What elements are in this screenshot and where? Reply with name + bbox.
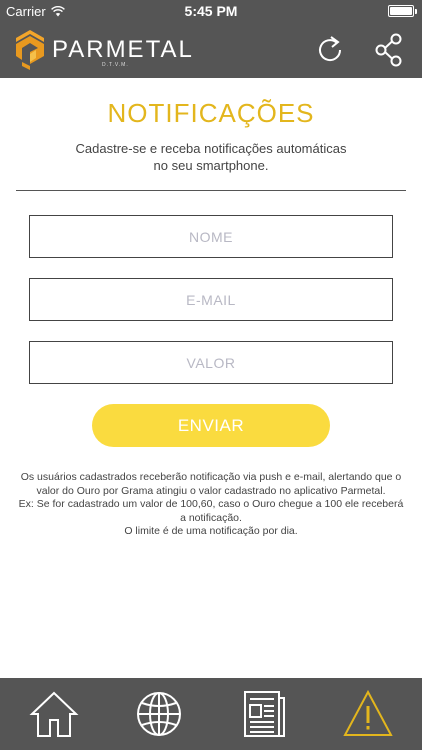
nav-bar: PARMETAL D.T.V.M. <box>0 22 422 78</box>
alert-icon <box>343 689 393 736</box>
valor-input[interactable] <box>29 341 393 384</box>
divider <box>16 190 406 191</box>
refresh-icon[interactable] <box>314 34 346 66</box>
tab-globe[interactable] <box>133 688 185 740</box>
subtitle-line-1: Cadastre-se e receba notificações automá… <box>75 141 347 156</box>
tab-home[interactable] <box>28 688 80 740</box>
tab-news[interactable] <box>237 688 289 740</box>
status-bar: Carrier 5:45 PM <box>0 0 422 22</box>
newspaper-icon <box>244 691 285 737</box>
info-line-1: Os usuários cadastrados receberão notifi… <box>20 471 402 497</box>
status-time: 5:45 PM <box>184 3 238 19</box>
parmetal-logo <box>16 30 44 70</box>
page-title: NOTIFICAÇÕES <box>107 98 315 128</box>
info-line-2: Ex: Se for cadastrado um valor de 100,60… <box>18 498 404 524</box>
brand-subtitle: D.T.V.M. <box>102 62 129 68</box>
email-input[interactable] <box>29 278 393 321</box>
page-subtitle: Cadastre-se e receba notificações automá… <box>60 140 362 174</box>
info-line-3: O limite é de uma notificação por dia. <box>124 525 298 537</box>
tab-alert[interactable] <box>342 688 394 740</box>
tab-bar <box>0 678 422 750</box>
subtitle-line-2: no seu smartphone. <box>153 158 269 173</box>
battery-icon <box>388 5 417 17</box>
nome-input[interactable] <box>29 215 393 258</box>
globe-icon <box>137 692 181 736</box>
home-icon <box>29 691 79 737</box>
enviar-button[interactable]: ENVIAR <box>92 404 330 447</box>
share-icon[interactable] <box>374 33 404 67</box>
brand-name: PARMETAL <box>52 36 194 63</box>
info-text: Os usuários cadastrados receberão notifi… <box>16 471 406 539</box>
